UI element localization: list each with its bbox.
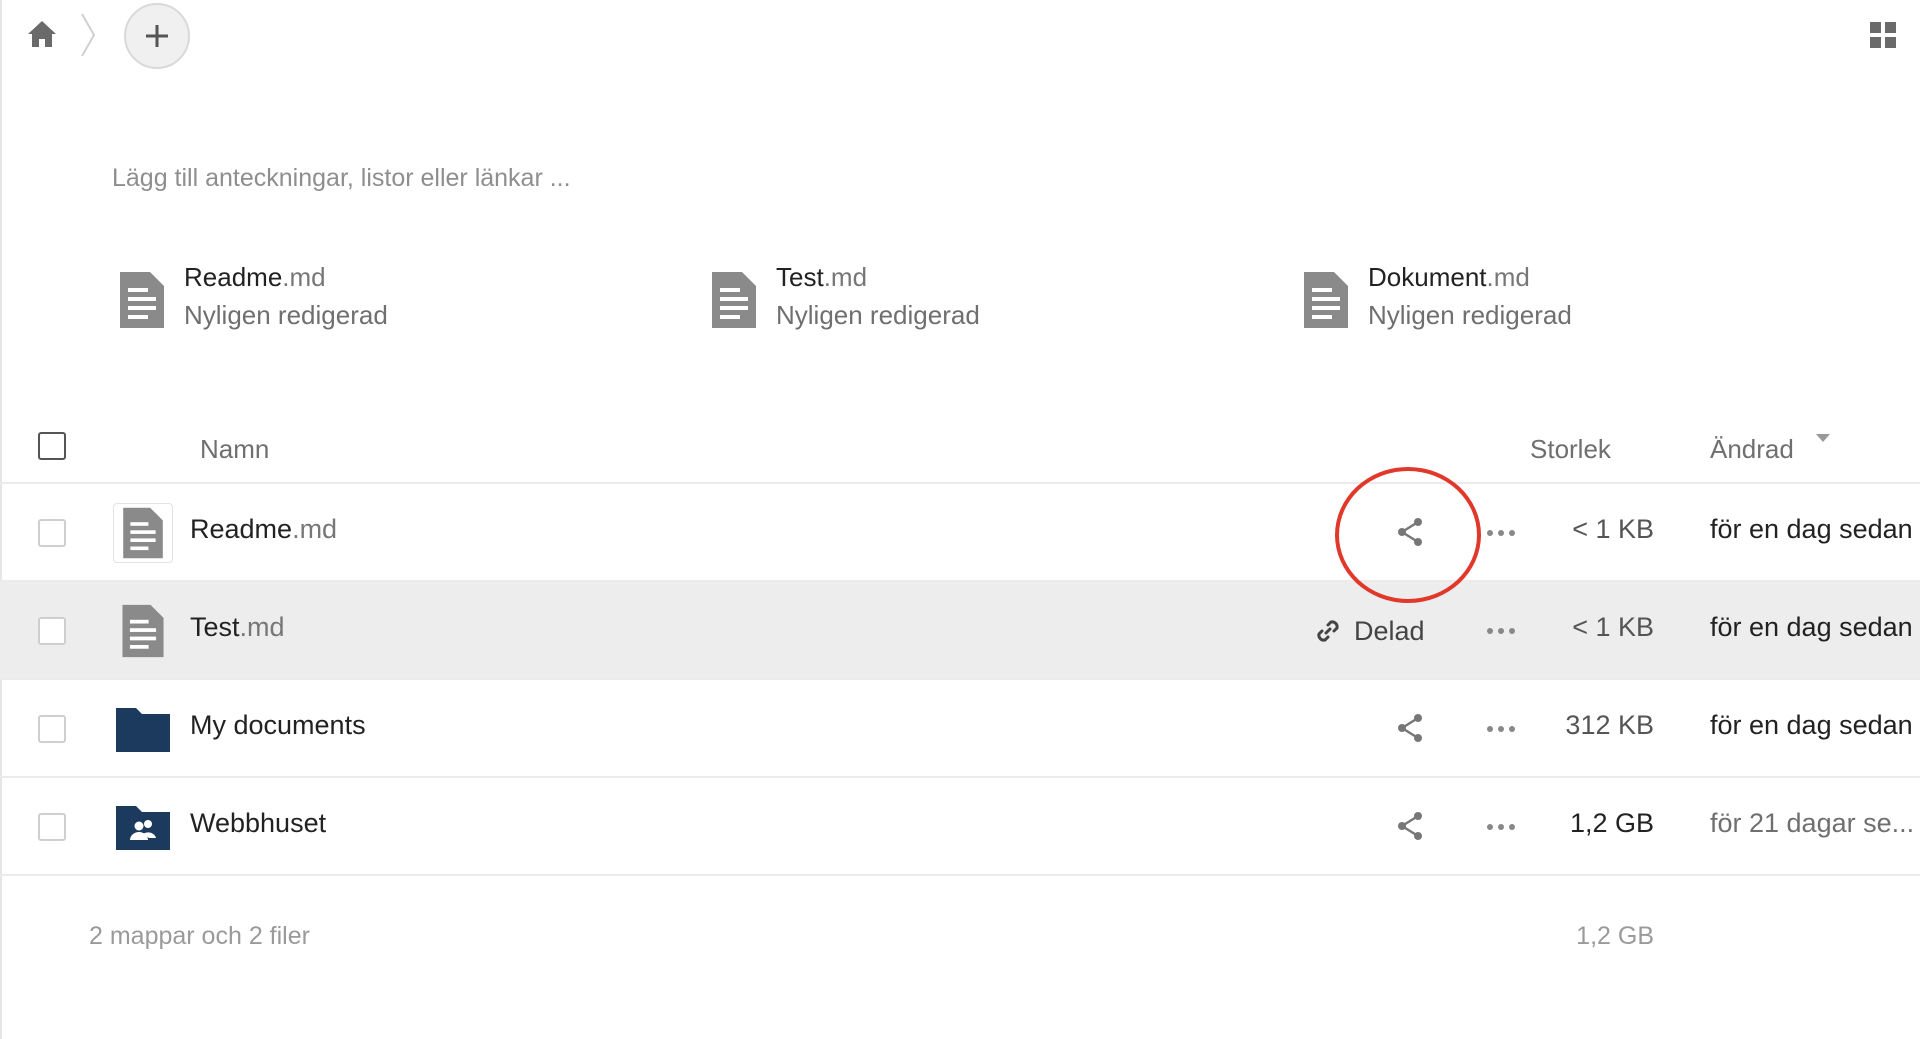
plus-icon — [146, 25, 168, 47]
grid-view-icon — [1870, 22, 1896, 48]
table-row[interactable]: Webbhuset 1,2 GB för 21 dagar se... — [0, 778, 1920, 876]
home-button[interactable] — [22, 16, 62, 52]
file-thumbnail — [114, 700, 172, 758]
column-header-modified[interactable]: Ändrad — [1710, 434, 1794, 465]
recent-file-subtitle: Nyligen redigerad — [184, 300, 388, 330]
share-icon[interactable] — [1394, 810, 1426, 842]
notes-input[interactable]: Lägg till anteckningar, listor eller län… — [112, 158, 1312, 198]
new-button[interactable] — [124, 3, 190, 69]
document-icon — [122, 604, 164, 658]
file-modified: för en dag sedan — [1710, 514, 1913, 544]
row-checkbox[interactable] — [38, 715, 66, 743]
row-checkbox[interactable] — [38, 813, 66, 841]
row-checkbox[interactable] — [38, 617, 66, 645]
column-header-name[interactable]: Namn — [200, 434, 269, 465]
file-modified: för en dag sedan — [1710, 710, 1913, 740]
recent-file-card[interactable]: Readme.md Nyligen redigerad — [118, 258, 388, 338]
file-modified: för 21 dagar se... — [1710, 808, 1915, 838]
more-icon — [1487, 824, 1515, 830]
table-summary: 2 mappar och 2 filer — [89, 922, 310, 950]
column-header-size[interactable]: Storlek — [1530, 434, 1611, 465]
file-size: < 1 KB — [1572, 612, 1654, 642]
highlight-annotation-circle — [1335, 467, 1481, 603]
breadcrumb-separator-icon — [81, 13, 96, 57]
top-bar — [0, 0, 1920, 74]
file-thumbnail — [114, 602, 172, 660]
more-actions-button[interactable] — [1484, 714, 1518, 744]
more-actions-button[interactable] — [1484, 616, 1518, 646]
file-size: 1,2 GB — [1569, 808, 1654, 838]
share-icon[interactable] — [1394, 712, 1426, 744]
document-icon — [712, 272, 756, 328]
view-toggle-button[interactable] — [1866, 18, 1900, 52]
file-name[interactable]: My documents — [190, 710, 366, 741]
row-checkbox[interactable] — [38, 519, 66, 547]
file-name[interactable]: Test.md — [190, 612, 285, 643]
table-row[interactable]: Readme.md < 1 KB för en dag sedan — [0, 484, 1920, 582]
more-actions-button[interactable] — [1484, 518, 1518, 548]
file-size: 312 KB — [1565, 710, 1654, 740]
link-icon — [1317, 620, 1339, 642]
recent-file-card[interactable]: Test.md Nyligen redigerad — [710, 258, 980, 338]
more-icon — [1487, 530, 1515, 536]
file-thumbnail — [114, 798, 172, 856]
document-icon — [1304, 272, 1348, 328]
document-icon — [123, 507, 163, 559]
sort-descending-icon — [1816, 434, 1830, 442]
group-folder-icon — [116, 806, 170, 850]
file-thumbnail — [113, 503, 173, 563]
shared-status-button[interactable]: Delad — [1314, 612, 1425, 650]
home-icon — [28, 21, 56, 47]
table-row[interactable]: My documents 312 KB för en dag sedan — [0, 680, 1920, 778]
table-summary-size: 1,2 GB — [1576, 922, 1654, 950]
more-icon — [1487, 726, 1515, 732]
document-icon — [120, 272, 164, 328]
recent-file-name: Dokument.md — [1368, 262, 1530, 292]
file-size: < 1 KB — [1572, 514, 1654, 544]
table-header: Namn Storlek Ändrad — [0, 410, 1920, 484]
recent-file-name: Readme.md — [184, 262, 326, 292]
more-actions-button[interactable] — [1484, 812, 1518, 842]
folder-icon — [116, 708, 170, 752]
file-name[interactable]: Webbhuset — [190, 808, 326, 839]
recent-file-subtitle: Nyligen redigerad — [1368, 300, 1572, 330]
file-modified: för en dag sedan — [1710, 612, 1913, 642]
recent-file-name: Test.md — [776, 262, 868, 292]
more-icon — [1487, 628, 1515, 634]
select-all-checkbox[interactable] — [38, 432, 66, 460]
file-name[interactable]: Readme.md — [190, 514, 337, 545]
shared-label: Delad — [1354, 615, 1425, 646]
table-row[interactable]: Test.md Delad < 1 KB för en dag sedan — [0, 582, 1920, 680]
recent-file-card[interactable]: Dokument.md Nyligen redigerad — [1302, 258, 1572, 338]
recent-file-subtitle: Nyligen redigerad — [776, 300, 980, 330]
